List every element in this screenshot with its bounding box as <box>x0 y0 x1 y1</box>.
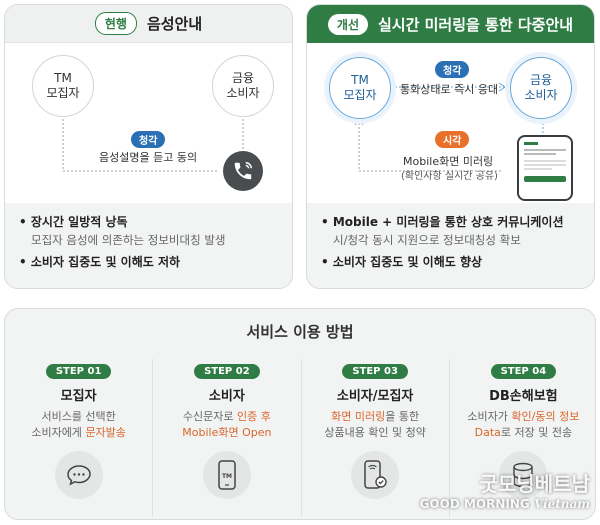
phone-call-icon <box>223 151 263 191</box>
step-4-badge: STEP 04 <box>490 364 557 379</box>
improved-audio-text: 통화상태로 즉시 응대 <box>400 83 499 96</box>
step-2-badge: STEP 02 <box>194 364 260 379</box>
step-2-title: 소비자 <box>208 389 245 404</box>
step-4-desc-line2: Data로 저장 및 전송 <box>450 425 597 441</box>
step-1: STEP 01 모집자 서비스를 선택한 소비자에게 문자발송 <box>5 359 152 517</box>
visual-tag: 시각 <box>435 131 470 148</box>
current-bullet-1: 장시간 일방적 낭독 <box>19 213 278 231</box>
improved-badge: 개선 <box>327 13 368 35</box>
step-2-desc-highlight: 인증 후 <box>237 410 271 423</box>
improved-bullet-2: 소비자 집중도 및 이해도 향상 <box>321 253 580 271</box>
improved-diagram: TM 모집자 금융 소비자 청각 통화상태로 즉시 응대 시각 Mobile화면… <box>307 43 594 203</box>
improved-audio-tag: 청각 <box>435 61 470 78</box>
current-bullet-1-sub: 모집자 음성에 의존하는 정보비대칭 발생 <box>31 233 226 247</box>
step-1-desc-plain: 소비자에게 <box>31 426 86 439</box>
step-4-desc-plain-2: 로 저장 및 전송 <box>500 426 573 439</box>
consumer-node: 금융 소비자 <box>212 55 274 117</box>
improved-header: 개선 실시간 미러링을 통한 다중안내 <box>307 5 594 43</box>
step-4-desc-highlight: 확인/동의 정보 <box>511 410 580 423</box>
step-3-badge: STEP 03 <box>342 364 408 379</box>
current-badge: 현행 <box>94 12 137 35</box>
watermark-logo: 굿모닝베트남 GOOD MORNING Vietnam <box>420 468 590 511</box>
watermark-english: GOOD MORNING Vietnam <box>420 497 590 511</box>
step-3-desc-line2: 상품내용 확인 및 청약 <box>324 426 426 439</box>
tm-recruiter-label: TM 모집자 <box>46 71 80 100</box>
step-1-desc: 서비스를 선택한 소비자에게 문자발송 <box>5 409 152 441</box>
mobile-screen-icon <box>517 135 573 201</box>
improved-bullet-1: Mobile + 미러링을 통한 상호 커뮤니케이션 <box>321 213 580 231</box>
step-4-desc-highlight-2: Data <box>474 426 501 439</box>
improved-tm-node: TM 모집자 <box>329 57 391 119</box>
improved-tm-label: TM 모집자 <box>343 73 377 102</box>
step-1-badge: STEP 01 <box>45 364 112 379</box>
step-2-desc: 수신문자로 인증 후 Mobile화면 Open <box>153 409 300 441</box>
step-3-title: 소비자/모집자 <box>336 389 414 404</box>
step-1-desc-line2: 소비자에게 문자발송 <box>5 425 152 441</box>
step-3-desc-plain: 을 통한 <box>385 410 420 423</box>
step-2-desc-plain: 수신문자로 <box>182 410 237 423</box>
phone-tm-icon: TM <box>202 451 251 499</box>
improved-title: 실시간 미러링을 통한 다중안내 <box>378 15 574 34</box>
step-4-title: DB손해보험 <box>489 389 558 404</box>
current-flow-text: 음성설명을 듣고 동의 <box>99 151 198 164</box>
improved-consumer-node: 금융 소비자 <box>510 57 572 119</box>
watermark-korean: 굿모닝베트남 <box>479 472 590 496</box>
current-bullet-2: 소비자 집중도 및 이해도 저하 <box>19 253 278 271</box>
step-4-desc: 소비자가 확인/동의 정보 Data로 저장 및 전송 <box>450 409 597 441</box>
tm-recruiter-node: TM 모집자 <box>32 55 94 117</box>
current-diagram: TM 모집자 금융 소비자 청각 음성설명을 듣고 동의 <box>5 43 292 203</box>
step-4-desc-plain: 소비자가 <box>467 410 512 423</box>
consumer-label: 금융 소비자 <box>226 71 260 100</box>
current-method-panel: 현행 음성안내 TM 모집자 금융 소비자 청각 음성설명을 듣고 동의 장시간… <box>4 4 293 289</box>
step-1-desc-highlight: 문자발송 <box>85 426 126 439</box>
improved-bullet-1-sub: 시/청각 동시 지원으로 정보대칭성 확보 <box>333 233 521 247</box>
page: 현행 음성안내 TM 모집자 금융 소비자 청각 음성설명을 듣고 동의 장시간… <box>0 0 600 525</box>
phone-check-icon <box>351 451 400 499</box>
step-1-desc-line1: 서비스를 선택한 <box>41 410 116 423</box>
watermark-english-a: GOOD MORNING <box>419 497 530 511</box>
improved-bullets: Mobile + 미러링을 통한 상호 커뮤니케이션 시/청각 동시 지원으로 … <box>307 203 594 281</box>
step-4-desc-line1: 소비자가 확인/동의 정보 <box>450 409 597 425</box>
visual-subtext: (확인사항 실시간 공유) <box>401 171 498 182</box>
improved-consumer-label: 금융 소비자 <box>524 73 558 102</box>
current-header: 현행 음성안내 <box>5 5 292 43</box>
step-2-desc-line1: 수신문자로 인증 후 <box>153 409 300 425</box>
service-title: 서비스 이용 방법 <box>246 323 354 341</box>
step-3-desc-highlight: 화면 미러링 <box>331 410 386 423</box>
step-1-title: 모집자 <box>60 389 97 404</box>
step-3-desc: 화면 미러링을 통한 상품내용 확인 및 청약 <box>302 409 449 441</box>
current-bullets: 장시간 일방적 낭독 모집자 음성에 의존하는 정보비대칭 발생 소비자 집중도… <box>5 203 292 281</box>
step-2-desc-line2: Mobile화면 Open <box>182 426 272 439</box>
svg-text:TM: TM <box>222 473 232 480</box>
improved-method-panel: 개선 실시간 미러링을 통한 다중안내 TM 모집자 금융 소비자 청각 통화상… <box>306 4 595 289</box>
step-2: STEP 02 소비자 수신문자로 인증 후 Mobile화면 Open TM <box>152 359 300 517</box>
audio-tag: 청각 <box>131 131 166 148</box>
current-title: 음성안내 <box>146 15 203 33</box>
chat-bubble-icon <box>54 451 103 499</box>
watermark-english-b: Vietnam <box>533 497 590 511</box>
step-3-desc-line1: 화면 미러링을 통한 <box>302 409 449 425</box>
